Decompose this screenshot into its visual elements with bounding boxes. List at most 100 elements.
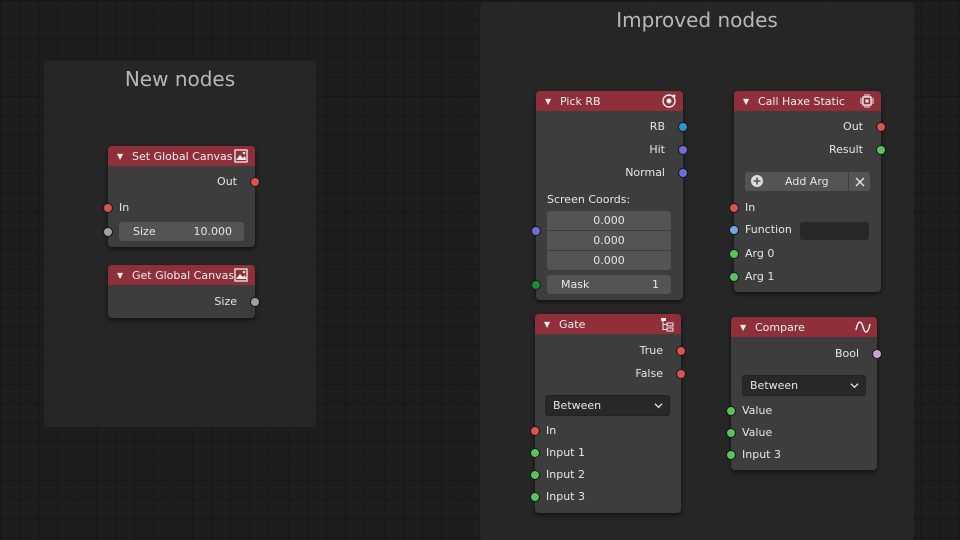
node-header[interactable]: ▼ Pick RB bbox=[536, 91, 683, 111]
output-true: True bbox=[639, 344, 663, 357]
input-2: Input 2 bbox=[546, 468, 585, 481]
output-out: Out bbox=[843, 120, 863, 133]
size-label: Size bbox=[133, 225, 156, 238]
output-normal: Normal bbox=[625, 166, 665, 179]
frame-title-improved-nodes: Improved nodes bbox=[616, 8, 778, 32]
screen-coords-label: Screen Coords: bbox=[547, 193, 631, 206]
socket-rb[interactable] bbox=[679, 123, 687, 131]
node-get-global-canvas[interactable]: ▼ Get Global Canvas ... Size bbox=[108, 265, 259, 318]
coord-z-field[interactable]: 0.000 bbox=[547, 251, 671, 270]
image-icon bbox=[234, 268, 248, 282]
output-bool: Bool bbox=[834, 347, 859, 360]
input-value-1: Value bbox=[742, 404, 773, 417]
node-header[interactable]: ▼ Call Haxe Static bbox=[734, 91, 881, 111]
socket-screen-coords[interactable] bbox=[532, 227, 540, 235]
node-compare[interactable]: ▼ Compare Bool Between Value Value Input… bbox=[727, 317, 881, 470]
output-out: Out bbox=[217, 175, 237, 188]
socket-result[interactable] bbox=[877, 146, 885, 154]
collapse-icon[interactable]: ▼ bbox=[743, 97, 752, 106]
hierarchy-icon bbox=[661, 318, 674, 332]
input-3: Input 3 bbox=[546, 490, 585, 503]
input-in: In bbox=[546, 424, 557, 437]
size-field[interactable]: Size 10.000 bbox=[119, 222, 244, 241]
socket-size[interactable] bbox=[104, 228, 112, 236]
socket-hit[interactable] bbox=[679, 146, 687, 154]
compare-mode-value: Between bbox=[750, 379, 799, 392]
socket-arg0[interactable] bbox=[730, 250, 738, 258]
frame-title-new-nodes: New nodes bbox=[124, 67, 236, 91]
socket-in[interactable] bbox=[104, 204, 112, 212]
wave-icon bbox=[855, 321, 871, 333]
socket-false[interactable] bbox=[677, 370, 685, 378]
collapse-icon[interactable]: ▼ bbox=[545, 97, 554, 106]
node-pick-rb[interactable]: ▼ Pick RB RB Hit Normal Screen Coords: 0… bbox=[532, 91, 687, 300]
chip-icon bbox=[860, 94, 874, 108]
node-title: Get Global Canvas ... bbox=[132, 268, 249, 282]
function-field[interactable] bbox=[800, 222, 869, 240]
output-size: Size bbox=[214, 295, 237, 308]
close-icon bbox=[855, 177, 865, 187]
socket-arg1[interactable] bbox=[730, 273, 738, 281]
input-1: Input 1 bbox=[546, 446, 585, 459]
chevron-down-icon bbox=[850, 383, 859, 389]
socket-function[interactable] bbox=[730, 226, 738, 234]
socket-input-1[interactable] bbox=[531, 449, 539, 457]
mask-value: 1 bbox=[652, 278, 659, 291]
compare-mode-dropdown[interactable]: Between bbox=[742, 375, 866, 396]
node-title: Pick RB bbox=[560, 94, 601, 108]
socket-normal[interactable] bbox=[679, 169, 687, 177]
node-header[interactable]: ▼ Compare bbox=[731, 317, 877, 337]
remove-arg-button[interactable] bbox=[849, 172, 870, 191]
input-value-2: Value bbox=[742, 426, 773, 439]
target-icon bbox=[662, 94, 676, 108]
gate-mode-value: Between bbox=[553, 399, 602, 412]
collapse-icon[interactable]: ▼ bbox=[117, 271, 126, 280]
input-in: In bbox=[745, 201, 756, 214]
socket-in[interactable] bbox=[531, 427, 539, 435]
output-result: Result bbox=[829, 143, 863, 156]
coord-x-field[interactable]: 0.000 bbox=[547, 211, 671, 230]
input-arg0: Arg 0 bbox=[745, 247, 775, 260]
size-value: 10.000 bbox=[193, 225, 233, 238]
chevron-down-icon bbox=[654, 403, 663, 409]
node-set-global-canvas[interactable]: ▼ Set Global Canvas ... Out In Size 10.0… bbox=[104, 146, 259, 247]
node-gate[interactable]: ▼ Gate True False Between In Input 1 Inp… bbox=[531, 314, 685, 513]
gate-mode-dropdown[interactable]: Between bbox=[545, 395, 670, 416]
node-title: Compare bbox=[755, 320, 805, 334]
image-icon bbox=[234, 149, 248, 163]
node-title: Gate bbox=[559, 317, 586, 331]
collapse-icon[interactable]: ▼ bbox=[740, 323, 749, 332]
socket-in[interactable] bbox=[730, 204, 738, 212]
socket-input-3[interactable] bbox=[727, 451, 735, 459]
node-header[interactable]: ▼ Get Global Canvas ... bbox=[108, 265, 255, 285]
input-3: Input 3 bbox=[742, 448, 781, 461]
socket-input-2[interactable] bbox=[531, 471, 539, 479]
collapse-icon[interactable]: ▼ bbox=[544, 320, 553, 329]
socket-value-1[interactable] bbox=[727, 407, 735, 415]
socket-out[interactable] bbox=[251, 178, 259, 186]
mask-label: Mask bbox=[561, 278, 590, 291]
socket-bool[interactable] bbox=[873, 350, 881, 358]
node-title: Call Haxe Static bbox=[758, 94, 845, 108]
output-false: False bbox=[635, 367, 663, 380]
add-arg-button[interactable]: Add Arg bbox=[745, 172, 848, 191]
socket-value-2[interactable] bbox=[727, 429, 735, 437]
input-arg1: Arg 1 bbox=[745, 270, 775, 283]
node-title: Set Global Canvas ... bbox=[132, 149, 247, 163]
socket-size[interactable] bbox=[251, 298, 259, 306]
input-in: In bbox=[119, 201, 130, 214]
socket-mask[interactable] bbox=[532, 281, 540, 289]
node-header[interactable]: ▼ Gate bbox=[535, 314, 681, 334]
collapse-icon[interactable]: ▼ bbox=[117, 152, 126, 161]
node-header[interactable]: ▼ Set Global Canvas ... bbox=[108, 146, 255, 166]
output-hit: Hit bbox=[649, 143, 665, 156]
socket-out[interactable] bbox=[877, 123, 885, 131]
node-call-haxe-static[interactable]: ▼ Call Haxe Static Out Result Add Arg In… bbox=[730, 91, 885, 292]
mask-field[interactable]: Mask 1 bbox=[547, 275, 671, 294]
output-rb: RB bbox=[649, 120, 665, 133]
coord-y-field[interactable]: 0.000 bbox=[547, 231, 671, 250]
socket-true[interactable] bbox=[677, 347, 685, 355]
plus-circle-icon bbox=[751, 175, 763, 187]
socket-input-3[interactable] bbox=[531, 493, 539, 501]
add-arg-label: Add Arg bbox=[785, 175, 829, 188]
